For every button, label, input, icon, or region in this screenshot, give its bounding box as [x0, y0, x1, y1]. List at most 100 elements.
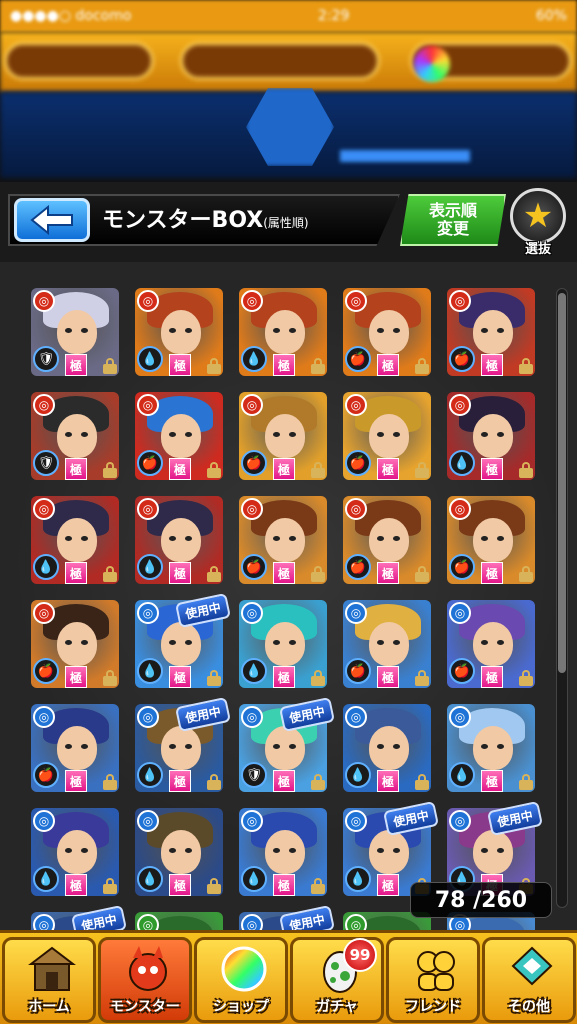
- monster-card[interactable]: ◎ 🍎 極: [343, 496, 431, 584]
- water-drop-icon: 💧: [137, 866, 163, 892]
- portrait-eye: [81, 848, 88, 853]
- element-icon: ◎: [33, 914, 55, 930]
- monster-card[interactable]: ◎ 🍎 極: [135, 392, 223, 480]
- element-icon: ◎: [137, 290, 159, 312]
- lock-icon: [207, 878, 221, 894]
- monster-card[interactable]: ◎💧極使用中: [135, 592, 232, 688]
- nav-other[interactable]: その他: [482, 937, 576, 1023]
- fire-fruit-icon: 🍎: [137, 450, 163, 476]
- monster-icon: [123, 944, 173, 994]
- water-drop-icon: 💧: [241, 866, 267, 892]
- monster-card[interactable]: ◎💧極: [239, 808, 327, 896]
- monster-card[interactable]: ◎💧極: [343, 704, 431, 792]
- portrait-eye: [273, 848, 280, 853]
- monster-card[interactable]: ◎ 🍎 極: [239, 392, 327, 480]
- fire-fruit-icon: 🍎: [449, 346, 475, 372]
- portrait-face: [57, 622, 97, 666]
- portrait-eye: [289, 744, 296, 749]
- rank-badge: 極: [377, 770, 399, 792]
- rank-badge: 極: [377, 562, 399, 584]
- portrait-face: [57, 726, 97, 770]
- monster-card[interactable]: ◎💧極使用中: [135, 696, 232, 792]
- carrier-label: ●●●●○ docomo: [10, 8, 132, 24]
- portrait-eye: [273, 432, 280, 437]
- lock-icon: [207, 358, 221, 374]
- portrait-face: [57, 414, 97, 458]
- nav-home[interactable]: ホーム: [2, 937, 96, 1023]
- portrait-eye: [377, 640, 384, 645]
- nav-label: ガチャ: [316, 999, 358, 1015]
- orb-icon: [414, 46, 450, 82]
- portrait-eye: [81, 744, 88, 749]
- nav-monster[interactable]: モンスター: [98, 937, 192, 1023]
- monster-card[interactable]: ◎ 🛡 極使用中: [239, 696, 336, 792]
- portrait-eye: [377, 848, 384, 853]
- portrait-eye: [393, 744, 400, 749]
- nav-egg[interactable]: ガチャ 99: [290, 937, 384, 1023]
- portrait-eye: [497, 848, 504, 853]
- monster-card[interactable]: ◎💧極: [135, 912, 223, 930]
- portrait-eye: [65, 640, 72, 645]
- element-icon: ◎: [33, 290, 55, 312]
- element-icon: ◎: [137, 706, 159, 728]
- monster-card[interactable]: ◎💧極: [239, 288, 327, 376]
- portrait-face: [265, 414, 305, 458]
- monster-card[interactable]: ◎💧極: [31, 496, 119, 584]
- rank-badge: 極: [481, 666, 503, 688]
- portrait-face: [265, 830, 305, 874]
- scrollbar[interactable]: [556, 288, 568, 908]
- fire-fruit-icon: 🍎: [33, 658, 59, 684]
- monster-card[interactable]: ◎ 🍎 極: [31, 704, 119, 792]
- monster-card[interactable]: ◎ 🛡 極: [31, 392, 119, 480]
- monster-card[interactable]: ◎💧極使用中: [31, 904, 128, 930]
- fire-fruit-icon: 🍎: [241, 554, 267, 580]
- sort-order-button[interactable]: 表示順 変更: [400, 194, 506, 246]
- monster-card[interactable]: ◎ 🍎 極: [343, 600, 431, 688]
- monster-card[interactable]: ◎💧極: [31, 808, 119, 896]
- portrait-eye: [393, 536, 400, 541]
- lock-icon: [207, 566, 221, 582]
- monster-card[interactable]: ◎ 🍎 極: [447, 600, 535, 688]
- portrait-face: [265, 726, 305, 770]
- element-icon: ◎: [241, 810, 263, 832]
- element-icon: ◎: [241, 498, 263, 520]
- monster-card[interactable]: ◎ 🍎 極: [447, 496, 535, 584]
- element-icon: ◎: [345, 602, 367, 624]
- element-icon: ◎: [137, 602, 159, 624]
- monster-card[interactable]: ◎ 🍎 極: [343, 288, 431, 376]
- home-icon: [27, 944, 77, 994]
- fire-fruit-icon: 🍎: [345, 554, 371, 580]
- exp-bar: [340, 150, 470, 162]
- rank-badge: 極: [65, 874, 87, 896]
- shield-icon: 🛡: [33, 450, 59, 476]
- monster-card[interactable]: ◎💧極: [447, 704, 535, 792]
- portrait-eye: [65, 848, 72, 853]
- lock-icon: [311, 566, 325, 582]
- element-icon: ◎: [241, 602, 263, 624]
- monster-card[interactable]: ◎ 🛡 極: [31, 288, 119, 376]
- monster-card[interactable]: ◎ 🍎 極: [343, 392, 431, 480]
- back-button[interactable]: [14, 198, 90, 242]
- element-icon: ◎: [137, 914, 159, 930]
- scroll-thumb[interactable]: [558, 293, 566, 673]
- portrait-eye: [377, 432, 384, 437]
- monster-card[interactable]: ◎ 🍎 極: [239, 496, 327, 584]
- nav-friend[interactable]: フレンド: [386, 937, 480, 1023]
- monster-card[interactable]: ◎💧極: [135, 288, 223, 376]
- element-icon: ◎: [345, 394, 367, 416]
- lock-icon: [103, 358, 117, 374]
- monster-card[interactable]: ◎💧極使用中: [239, 904, 336, 930]
- lock-icon: [415, 774, 429, 790]
- select-button[interactable]: ★ 選抜: [506, 188, 570, 260]
- status-bar: ●●●●○ docomo 2:29 60%: [0, 0, 577, 32]
- portrait-eye: [185, 432, 192, 437]
- monster-card[interactable]: ◎ 🍎 極: [447, 288, 535, 376]
- portrait-face: [369, 310, 409, 354]
- monster-card[interactable]: ◎💧極: [135, 496, 223, 584]
- monster-card[interactable]: ◎ 🍎 極: [31, 600, 119, 688]
- monster-card[interactable]: ◎💧極: [239, 600, 327, 688]
- portrait-face: [265, 518, 305, 562]
- monster-card[interactable]: ◎💧極: [135, 808, 223, 896]
- nav-orb[interactable]: ショップ: [194, 937, 288, 1023]
- monster-card[interactable]: ◎💧極: [447, 392, 535, 480]
